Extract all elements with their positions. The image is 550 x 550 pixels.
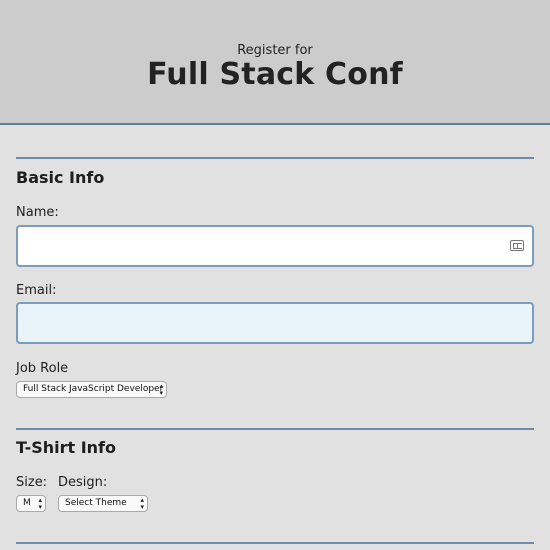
section-divider <box>16 428 534 430</box>
email-label: Email: <box>16 283 57 298</box>
chevron-up-down-icon: ▴ ▾ <box>38 496 42 511</box>
contact-card-icon[interactable] <box>510 240 524 251</box>
section-divider <box>16 157 534 159</box>
header-title: Full Stack Conf <box>147 57 403 92</box>
email-field[interactable] <box>16 302 534 344</box>
design-select[interactable]: Select Theme ▴ ▾ <box>58 495 148 512</box>
size-selected-value: M <box>23 498 31 508</box>
design-selected-value: Select Theme <box>65 498 127 508</box>
size-select[interactable]: M ▴ ▾ <box>16 495 46 512</box>
name-label: Name: <box>16 205 59 220</box>
section-divider <box>16 542 534 544</box>
job-role-label: Job Role <box>16 361 69 376</box>
name-field[interactable] <box>16 225 534 267</box>
tshirt-info-heading: T-Shirt Info <box>16 438 117 457</box>
chevron-up-down-icon: ▴ ▾ <box>140 496 144 511</box>
job-role-selected-value: Full Stack JavaScript Developer <box>23 384 164 394</box>
basic-info-heading: Basic Info <box>16 168 105 187</box>
header-subtitle: Register for <box>237 43 313 58</box>
job-role-select[interactable]: Full Stack JavaScript Developer ▴ ▾ <box>16 381 167 398</box>
size-label: Size: <box>16 475 48 490</box>
design-label: Design: <box>58 475 108 490</box>
page-header: Register for Full Stack Conf <box>0 0 550 125</box>
chevron-up-down-icon: ▴ ▾ <box>159 382 163 397</box>
